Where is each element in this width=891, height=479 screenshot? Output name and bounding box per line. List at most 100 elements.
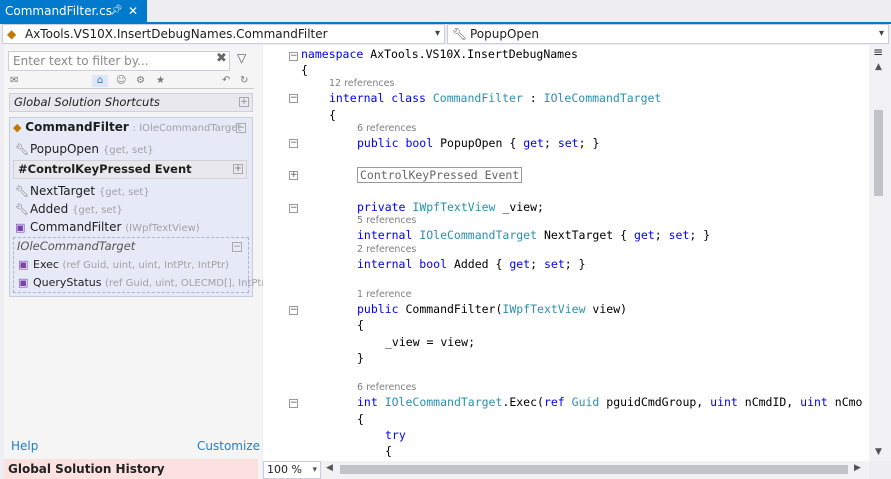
tab-title: CommandFilter.cs xyxy=(5,4,112,18)
code-line: namespace AxTools.VS10X.InsertDebugNames xyxy=(301,47,578,61)
code-lens-references[interactable]: 12 references xyxy=(329,78,394,89)
code-line: internal IOleCommandTarget NextTarget { … xyxy=(357,228,711,242)
code-editor[interactable]: − − − + − − − namespace AxTools.VS10X.In… xyxy=(263,45,869,461)
zoom-dropdown[interactable]: 100 % ▾ xyxy=(263,461,321,479)
collapse-icon[interactable]: − xyxy=(289,306,298,315)
filter-funnel-icon[interactable]: ▽ xyxy=(237,51,246,65)
code-lens-references[interactable]: 2 references xyxy=(357,244,416,255)
member-item[interactable]: 🔧︎Added {get, set} xyxy=(15,202,123,216)
code-line: { xyxy=(357,318,364,332)
code-line: ControlKeyPressed Event xyxy=(357,167,523,183)
tab-commandfilter[interactable]: CommandFilter.cs 📌︎ ✕ xyxy=(0,0,147,22)
member-hint: {get, set} xyxy=(98,187,150,198)
event-group-label: #ControlKeyPressed Event xyxy=(18,162,192,176)
back-icon[interactable]: ↶ xyxy=(222,75,230,86)
toolbar-divider xyxy=(8,88,254,89)
clear-filter-icon[interactable]: ✖ xyxy=(216,51,227,66)
global-shortcuts-label: Global Solution Shortcuts xyxy=(14,95,160,109)
customize-link[interactable]: Customize xyxy=(197,439,260,453)
code-line: internal bool Added { get; set; } xyxy=(357,257,586,271)
global-history-header[interactable]: Global Solution History xyxy=(4,459,258,479)
collapse-icon[interactable]: − xyxy=(289,139,298,148)
method-icon: ▣ xyxy=(15,221,26,234)
members-dropdown[interactable]: 🔧︎ PopupOpen ▾ xyxy=(447,24,889,44)
member-hint: {get, set} xyxy=(102,145,154,156)
code-lens-references[interactable]: 5 references xyxy=(357,215,416,226)
code-line: } xyxy=(357,351,364,365)
home-icon[interactable]: ⌂ xyxy=(92,75,108,87)
member-item[interactable]: ▣ Exec (ref Guid, uint, uint, IntPtr, Int… xyxy=(18,258,229,271)
class-icon: ◆ xyxy=(13,121,22,134)
expand-icon[interactable]: + xyxy=(233,164,243,174)
member-hint: (ref Guid, uint, OLECMD[], IntPtr) xyxy=(104,278,270,289)
star-icon[interactable]: ★ xyxy=(156,75,165,86)
chevron-down-icon: ▾ xyxy=(434,28,440,39)
settings-icon[interactable]: ⚙ xyxy=(136,75,145,86)
types-dropdown-value: AxTools.VS10X.InsertDebugNames.CommandFi… xyxy=(25,27,328,41)
scroll-down-icon[interactable]: ▼ xyxy=(875,447,882,457)
types-dropdown[interactable]: ◆ AxTools.VS10X.InsertDebugNames.Command… xyxy=(2,24,445,44)
interface-group-label: IOleCommandTarget xyxy=(17,239,136,253)
filter-placeholder: Enter text to filter by... xyxy=(13,54,149,68)
scroll-left-icon[interactable]: ◀ xyxy=(326,463,333,473)
code-line: { xyxy=(357,412,364,426)
code-line: try xyxy=(385,428,406,442)
code-lens-references[interactable]: 6 references xyxy=(357,382,416,393)
collapse-icon[interactable]: − xyxy=(236,123,246,133)
members-dropdown-value: PopupOpen xyxy=(470,27,540,41)
member-item[interactable]: ▣ QueryStatus (ref Guid, uint, OLECMD[], … xyxy=(18,276,269,289)
wrench-icon: 🔧︎ xyxy=(15,143,29,156)
wrench-icon: 🔧︎ xyxy=(15,203,29,216)
split-window-icon[interactable]: ≡ xyxy=(873,45,883,59)
code-line: { xyxy=(385,444,392,458)
code-line: private IWpfTextView _view; xyxy=(357,200,544,214)
help-link[interactable]: Help xyxy=(11,439,38,453)
member-name: NextTarget xyxy=(30,184,96,198)
collapse-icon[interactable]: − xyxy=(289,94,298,103)
member-name: QueryStatus xyxy=(33,276,102,289)
member-item[interactable]: 🔧︎PopupOpen {get, set} xyxy=(15,142,154,156)
collapse-icon[interactable]: − xyxy=(289,399,298,408)
code-lens-references[interactable]: 1 reference xyxy=(357,289,411,300)
member-name: PopupOpen xyxy=(30,142,100,156)
code-lens-references[interactable]: 6 references xyxy=(357,123,416,134)
interface-group-header[interactable]: IOleCommandTarget − xyxy=(17,239,245,255)
pin-icon[interactable]: 📌︎ xyxy=(110,0,123,22)
member-item[interactable]: ▣ CommandFilter (IWpfTextView) xyxy=(15,220,200,234)
chevron-down-icon: ▾ xyxy=(312,465,317,475)
class-base-hint: : IOleCommandTarget xyxy=(132,123,242,134)
code-line: public CommandFilter(IWpfTextView view) xyxy=(357,302,628,316)
wrench-icon: 🔧︎ xyxy=(452,27,468,41)
member-name: Added xyxy=(30,202,69,216)
vertical-scroll-thumb[interactable] xyxy=(874,110,883,196)
global-shortcuts-header[interactable]: Global Solution Shortcuts + xyxy=(9,93,253,112)
mail-icon[interactable]: ✉ xyxy=(10,75,18,86)
scroll-up-icon[interactable]: ▲ xyxy=(875,62,882,72)
collapse-icon[interactable]: − xyxy=(289,204,298,213)
code-line: _view = view; xyxy=(385,335,476,349)
class-icon: ◆ xyxy=(7,27,17,41)
expand-icon[interactable]: + xyxy=(289,171,298,180)
refresh-icon[interactable]: ↻ xyxy=(240,75,248,86)
class-header[interactable]: ◆ CommandFilter : IOleCommandTarget − xyxy=(13,120,249,138)
code-line: { xyxy=(301,63,308,77)
scroll-right-icon[interactable]: ▶ xyxy=(854,463,861,473)
method-icon: ▣ xyxy=(18,276,29,289)
collapse-icon[interactable]: − xyxy=(289,52,298,61)
horizontal-scroll-thumb[interactable] xyxy=(340,465,848,474)
vertical-scrollbar[interactable] xyxy=(869,45,891,461)
collapsed-region[interactable]: ControlKeyPressed Event xyxy=(357,167,523,183)
user-icon[interactable]: ☺ xyxy=(116,75,126,86)
member-hint: (IWpfTextView) xyxy=(125,223,200,234)
code-line: { xyxy=(329,108,336,122)
member-item[interactable]: 🔧︎NextTarget {get, set} xyxy=(15,184,150,198)
member-hint: (ref Guid, uint, uint, IntPtr, IntPtr) xyxy=(62,260,229,271)
expand-icon[interactable]: + xyxy=(239,97,249,107)
filter-input[interactable]: Enter text to filter by... xyxy=(8,51,230,71)
member-hint: {get, set} xyxy=(72,205,123,216)
collapse-icon[interactable]: − xyxy=(232,242,242,252)
event-group-header[interactable]: #ControlKeyPressed Event + xyxy=(13,160,247,179)
member-name: Exec xyxy=(33,258,59,271)
code-line: int IOleCommandTarget.Exec(ref Guid pgui… xyxy=(357,395,863,409)
close-icon[interactable]: ✕ xyxy=(128,0,138,22)
